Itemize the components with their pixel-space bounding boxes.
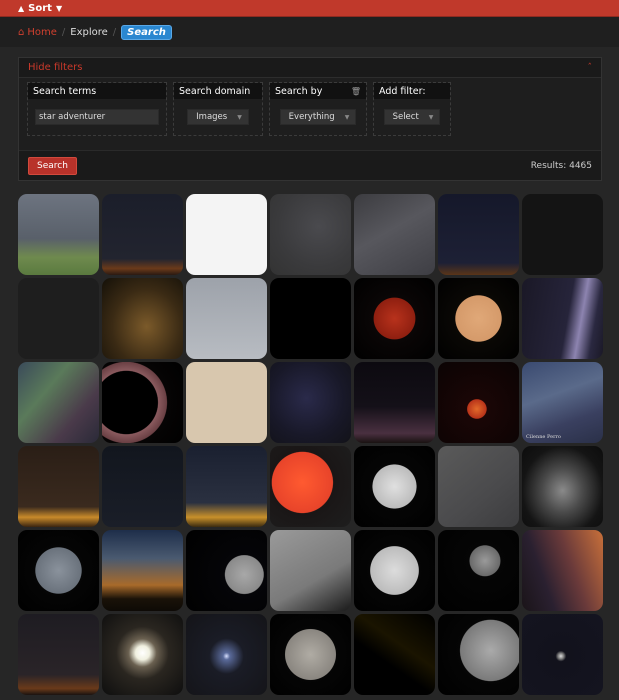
breadcrumb: ⌂ Home / Explore / Search <box>0 17 619 47</box>
sort-icon: ▲︎ <box>18 3 25 13</box>
hide-filters-link[interactable]: Hide filters <box>28 62 82 73</box>
search-domain-select[interactable]: Images ▼ <box>187 109 249 125</box>
result-thumbnail[interactable] <box>186 530 267 611</box>
result-thumbnail[interactable] <box>354 530 435 611</box>
result-thumbnail[interactable] <box>438 194 519 275</box>
chevron-down-icon: ▼ <box>428 113 434 121</box>
result-thumbnail[interactable] <box>102 278 183 359</box>
filter-panel-footer: Search Results: 4465 <box>19 150 601 180</box>
filter-panel: Hide filters ˆ Search terms Search domai… <box>18 57 602 181</box>
result-thumbnail[interactable] <box>186 362 267 443</box>
trash-icon[interactable]: 🗑︎ <box>351 87 361 96</box>
result-thumbnail[interactable] <box>354 614 435 695</box>
add-filter-select[interactable]: Select ▼ <box>383 109 441 125</box>
result-thumbnail[interactable] <box>354 194 435 275</box>
chevron-down-icon: ▼ <box>237 113 242 121</box>
result-thumbnail[interactable] <box>270 530 351 611</box>
result-thumbnail[interactable] <box>102 362 183 443</box>
result-thumbnail[interactable] <box>18 278 99 359</box>
chevron-down-icon: ▼ <box>344 113 350 121</box>
search-terms-input[interactable] <box>35 109 159 125</box>
result-thumbnail[interactable] <box>522 530 603 611</box>
thumbnail-caption: Cilenne Perro <box>526 434 561 440</box>
search-button[interactable]: Search <box>28 156 77 175</box>
top-toolbar: ▲︎ Sort ▼ <box>0 0 619 17</box>
breadcrumb-home[interactable]: ⌂ Home <box>18 27 57 38</box>
result-thumbnail[interactable] <box>18 362 99 443</box>
results-grid: Cilenne Perro <box>18 194 603 695</box>
breadcrumb-separator: / <box>61 26 66 38</box>
search-by-select[interactable]: Everything ▼ <box>279 109 357 125</box>
result-thumbnail[interactable] <box>18 614 99 695</box>
result-thumbnail[interactable] <box>270 362 351 443</box>
add-filter-value: Select <box>392 112 419 122</box>
result-thumbnail[interactable] <box>186 614 267 695</box>
result-thumbnail[interactable] <box>438 446 519 527</box>
search-domain-filter: Search domain Images ▼ <box>173 82 263 136</box>
search-by-label: Search by <box>275 85 323 97</box>
result-thumbnail[interactable] <box>270 614 351 695</box>
result-thumbnail[interactable] <box>522 194 603 275</box>
home-icon: ⌂ <box>18 26 25 38</box>
results-count: Results: 4465 <box>530 160 592 171</box>
search-terms-filter: Search terms <box>27 82 167 136</box>
breadcrumb-separator: / <box>112 26 117 38</box>
result-thumbnail[interactable] <box>270 446 351 527</box>
result-thumbnail[interactable] <box>438 278 519 359</box>
search-terms-label: Search terms <box>33 85 97 97</box>
result-thumbnail[interactable] <box>270 278 351 359</box>
result-thumbnail[interactable] <box>438 362 519 443</box>
result-thumbnail[interactable] <box>354 446 435 527</box>
result-thumbnail[interactable] <box>186 194 267 275</box>
result-thumbnail[interactable] <box>18 194 99 275</box>
result-thumbnail[interactable] <box>270 194 351 275</box>
result-thumbnail[interactable] <box>354 362 435 443</box>
search-by-value: Everything <box>288 112 335 122</box>
result-thumbnail[interactable] <box>522 278 603 359</box>
result-thumbnail[interactable] <box>438 614 519 695</box>
result-thumbnail[interactable] <box>522 614 603 695</box>
filter-panel-header[interactable]: Hide filters ˆ <box>19 58 601 78</box>
filter-row: Search terms Search domain Images ▼ Sear… <box>27 82 451 136</box>
result-thumbnail[interactable] <box>18 530 99 611</box>
result-thumbnail[interactable] <box>522 446 603 527</box>
breadcrumb-explore[interactable]: Explore <box>70 27 108 38</box>
breadcrumb-home-label: Home <box>27 26 57 38</box>
sort-label: Sort <box>28 2 52 14</box>
result-thumbnail[interactable] <box>102 614 183 695</box>
result-thumbnail[interactable] <box>102 530 183 611</box>
result-thumbnail[interactable] <box>354 278 435 359</box>
caret-down-icon: ▼ <box>55 3 63 13</box>
breadcrumb-current: Search <box>121 24 172 40</box>
search-domain-label: Search domain <box>179 85 251 97</box>
result-thumbnail[interactable] <box>186 278 267 359</box>
result-thumbnail[interactable]: Cilenne Perro <box>522 362 603 443</box>
result-thumbnail[interactable] <box>186 446 267 527</box>
add-filter-label: Add filter: <box>379 85 426 97</box>
search-by-filter: Search by 🗑︎ Everything ▼ <box>269 82 367 136</box>
add-filter: Add filter: Select ▼ <box>373 82 451 136</box>
result-thumbnail[interactable] <box>102 194 183 275</box>
chevron-up-icon[interactable]: ˆ <box>588 63 593 73</box>
result-thumbnail[interactable] <box>102 446 183 527</box>
result-thumbnail[interactable] <box>18 446 99 527</box>
sort-button[interactable]: ▲︎ Sort ▼ <box>18 3 62 14</box>
result-thumbnail[interactable] <box>438 530 519 611</box>
search-domain-value: Images <box>196 112 228 122</box>
